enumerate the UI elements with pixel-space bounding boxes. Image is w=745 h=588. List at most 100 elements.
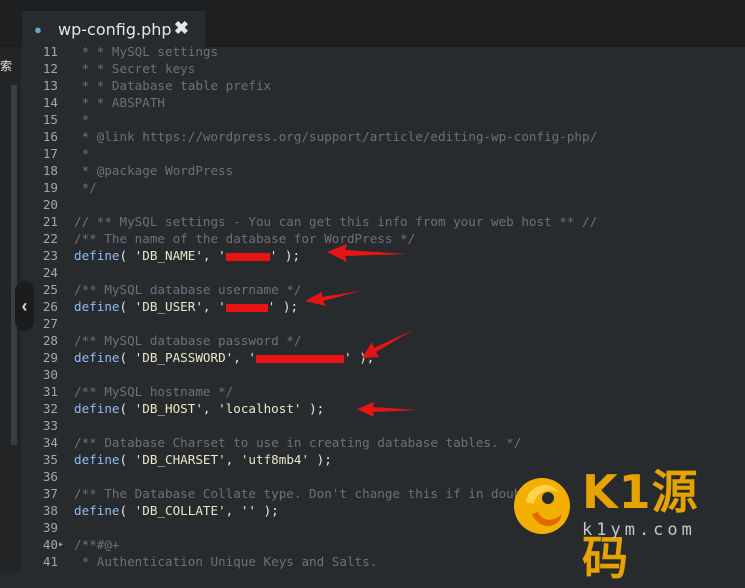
code-keyword: define [74,503,120,518]
code-punctuation: ); [275,299,299,314]
code-string: 'DB_PASSWORD' [134,350,234,365]
code-line[interactable]: 11 * * MySQL settings [0,43,745,60]
code-comment: /** MySQL database username */ [74,282,302,297]
line-number: 35 [42,452,58,467]
code-string: ' [218,248,226,263]
code-line[interactable]: 22 /** The name of the database for WordP… [0,230,745,247]
code-line[interactable]: 27 [0,315,745,332]
tab-bar: ● wp-config.php ✖ [0,0,745,47]
code-punctuation: ( [119,248,135,263]
collapse-panel-button[interactable]: ‹ [15,281,34,331]
code-punctuation: ( [119,503,135,518]
code-text: /** MySQL database password */ [74,332,301,349]
code-punctuation: , [225,452,241,467]
code-string: 'DB_HOST' [134,401,203,416]
code-comment: * [74,112,90,127]
code-line[interactable]: 30 [0,366,745,383]
code-line[interactable]: 26 define( 'DB_USER', ' ' ); [0,298,745,315]
code-text: * Authentication Unique Keys and Salts. [74,553,378,570]
line-number: 32 [42,401,58,416]
code-line[interactable]: 21 // ** MySQL settings - You can get thi… [0,213,745,230]
elephant-file-icon: ● [34,21,42,37]
code-line[interactable]: 31 /** MySQL hostname */ [0,383,745,400]
code-comment: * * ABSPATH [74,95,165,110]
code-text: define( 'DB_HOST', 'localhost' ); [74,400,324,417]
code-text: /** MySQL database username */ [74,281,301,298]
code-keyword: define [74,452,120,467]
line-number: 41 [42,554,58,569]
code-text: * * ABSPATH [74,94,165,111]
code-text: /** The name of the database for WordPre… [74,230,415,247]
code-punctuation: ( [119,350,135,365]
code-line[interactable]: 17 * [0,145,745,162]
code-keyword: define [74,401,120,416]
code-comment: /** The name of the database for WordPre… [74,231,416,246]
line-number: 39 [42,520,58,535]
code-text: define( 'DB_USER', ' ' ); [74,298,298,315]
line-number: 20 [42,197,58,212]
code-line[interactable]: 25/** MySQL database username */ [0,281,745,298]
code-line[interactable]: 23 define( 'DB_NAME', ' ' ); [0,247,745,264]
code-line[interactable]: 29 define( 'DB_PASSWORD', ' ' ); [0,349,745,366]
code-comment: * * Secret keys [74,61,196,76]
code-string: '' [240,503,257,518]
code-text: /** Database Charset to use in creating … [74,434,521,451]
code-line[interactable]: 19 */ [0,179,745,196]
line-number: 22 [42,231,58,246]
code-punctuation: ); [309,452,332,467]
code-comment: /** Database Charset to use in creating … [74,435,522,450]
code-line[interactable]: 15 * [0,111,745,128]
code-comment: * [74,146,90,161]
code-line[interactable]: 32 define( 'DB_HOST', 'localhost' ); [0,400,745,417]
code-comment: /** MySQL database password */ [74,333,302,348]
line-number: 36 [42,469,58,484]
line-number: 13 [42,78,58,93]
line-number: 21 [42,214,58,229]
code-line[interactable]: 34 /** Database Charset to use in creatin… [0,434,745,451]
code-line[interactable]: 12 * * Secret keys [0,60,745,77]
code-text: * * MySQL settings [74,43,218,60]
code-string: 'utf8mb4' [240,452,310,467]
code-text: * @package WordPress [74,162,234,179]
code-line[interactable]: 33 [0,417,745,434]
code-line[interactable]: 18 * @package WordPress [0,162,745,179]
line-number: 15 [42,112,58,127]
code-string: 'DB_USER' [134,299,203,314]
line-number: 30 [42,367,58,382]
line-number: 29 [42,350,58,365]
code-punctuation: ); [256,503,279,518]
code-string: 'DB_COLLATE' [134,503,226,518]
line-number: 23 [42,248,58,263]
code-text: * [74,111,90,128]
fold-toggle-icon[interactable]: ▸ [58,536,64,553]
line-number: 18 [42,163,58,178]
code-line[interactable]: 16 * @link https://wordpress.org/support… [0,128,745,145]
code-text: /** MySQL hostname */ [74,383,233,400]
code-comment: * @package WordPress [74,163,234,178]
line-number: 40 [42,537,58,552]
code-line[interactable]: 13 * * Database table prefix [0,77,745,94]
tab-title: wp-config.php [58,19,172,39]
code-line[interactable]: 24 [0,264,745,281]
code-keyword: define [74,248,120,263]
line-number: 28 [42,333,58,348]
code-string: 'DB_CHARSET' [134,452,226,467]
line-number: 19 [42,180,58,195]
line-number: 11 [42,44,58,59]
redaction-mark [225,252,270,261]
code-text: // ** MySQL settings - You can get this … [74,213,597,230]
code-keyword: define [74,299,120,314]
code-text: define( 'DB_COLLATE', '' ); [74,502,279,519]
code-line[interactable]: 28 /** MySQL database password */ [0,332,745,349]
code-line[interactable]: 20 [0,196,745,213]
code-punctuation: ( [119,452,135,467]
line-number: 31 [42,384,58,399]
close-tab-icon[interactable]: ✖ [174,18,189,39]
code-punctuation: , [225,503,241,518]
code-comment: * Authentication Unique Keys and Salts. [74,554,378,569]
code-punctuation: , [202,299,219,314]
code-text: define( 'DB_CHARSET', 'utf8mb4' ); [74,451,332,468]
code-line[interactable]: 14 * * ABSPATH [0,94,745,111]
code-punctuation: , [202,248,219,263]
tab-wp-config[interactable]: ● wp-config.php ✖ [22,11,205,47]
